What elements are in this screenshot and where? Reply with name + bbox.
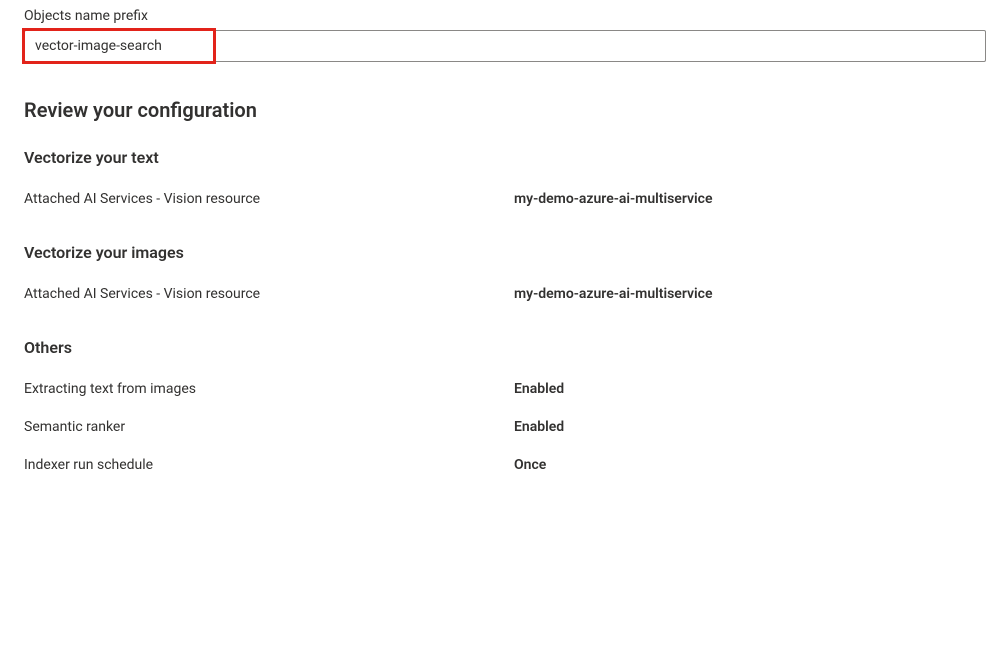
configuration-review-panel: Objects name prefix Review your configur… <box>0 0 1008 519</box>
objects-name-prefix-label: Objects name prefix <box>24 8 984 24</box>
config-value: Once <box>514 457 546 473</box>
config-row: Indexer run schedule Once <box>24 457 984 473</box>
config-value: Enabled <box>514 381 564 397</box>
config-label: Attached AI Services - Vision resource <box>24 191 514 207</box>
others-heading: Others <box>24 338 984 357</box>
objects-name-prefix-input[interactable] <box>24 30 986 62</box>
config-row: Attached AI Services - Vision resource m… <box>24 191 984 207</box>
config-value: my-demo-azure-ai-multiservice <box>514 191 713 207</box>
vectorize-images-heading: Vectorize your images <box>24 243 984 262</box>
config-label: Indexer run schedule <box>24 457 514 473</box>
config-row: Extracting text from images Enabled <box>24 381 984 397</box>
config-label: Attached AI Services - Vision resource <box>24 286 514 302</box>
config-label: Extracting text from images <box>24 381 514 397</box>
config-label: Semantic ranker <box>24 419 514 435</box>
vectorize-text-heading: Vectorize your text <box>24 148 984 167</box>
review-configuration-heading: Review your configuration <box>24 98 984 122</box>
config-value: my-demo-azure-ai-multiservice <box>514 286 713 302</box>
config-row: Attached AI Services - Vision resource m… <box>24 286 984 302</box>
config-value: Enabled <box>514 419 564 435</box>
config-row: Semantic ranker Enabled <box>24 419 984 435</box>
objects-name-prefix-input-wrapper <box>24 30 986 62</box>
